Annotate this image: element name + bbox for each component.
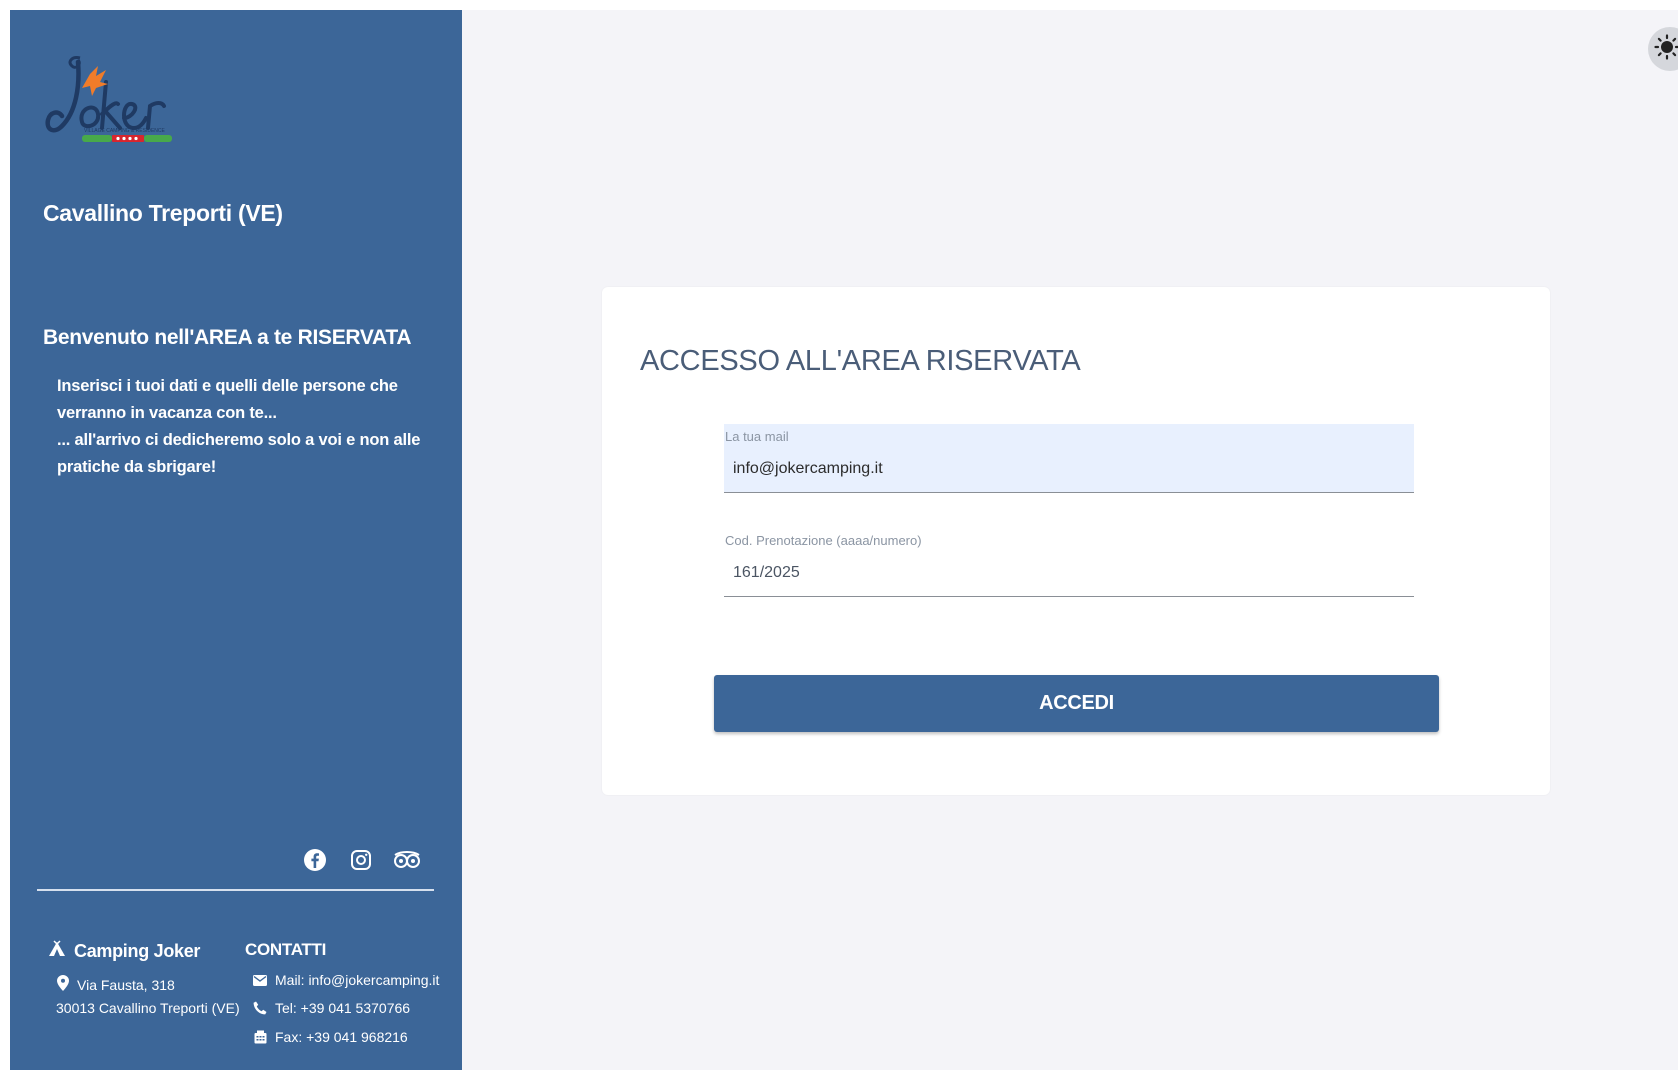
contact-mail[interactable]: Mail: info@jokercamping.it [253, 972, 439, 988]
booking-code-label: Cod. Prenotazione (aaaa/numero) [725, 533, 922, 548]
facebook-icon[interactable] [301, 846, 329, 874]
address-line-1-text: Via Fausta, 318 [77, 976, 175, 993]
contact-tel-text: Tel: +39 041 5370766 [275, 1000, 411, 1016]
location-title: Cavallino Treporti (VE) [43, 200, 283, 226]
login-button[interactable]: ACCEDI [714, 675, 1439, 732]
address-line-1: Via Fausta, 318 [57, 975, 175, 994]
login-title: ACCESSO ALL'AREA RISERVATA [640, 345, 1081, 377]
email-input[interactable] [733, 460, 1393, 478]
social-links [301, 846, 421, 874]
footer-divider [37, 889, 434, 891]
welcome-title: Benvenuto nell'AREA a te RISERVATA [43, 326, 412, 349]
camp-name: Camping Joker [48, 940, 200, 963]
welcome-text: Inserisci i tuoi dati e quelli delle per… [57, 373, 457, 481]
sidebar: VILLAGE CAMPING & RESIDENCE Cavallino Tr… [10, 10, 462, 1070]
login-card: ACCESSO ALL'AREA RISERVATA La tua mail C… [602, 287, 1550, 795]
svg-text:VILLAGE CAMPING & RESIDENCE: VILLAGE CAMPING & RESIDENCE [84, 128, 166, 134]
welcome-line-1: Inserisci i tuoi dati e quelli delle per… [57, 377, 398, 422]
booking-code-input[interactable] [733, 564, 1393, 582]
contact-mail-text: Mail: info@jokercamping.it [275, 972, 440, 988]
contact-fax-text: Fax: +39 041 968216 [275, 1029, 408, 1045]
contact-tel[interactable]: Tel: +39 041 5370766 [253, 1000, 410, 1016]
contact-fax: Fax: +39 041 968216 [253, 1029, 408, 1045]
joker-logo[interactable]: VILLAGE CAMPING & RESIDENCE [42, 46, 192, 156]
fax-icon [253, 1030, 267, 1044]
contacts-title: CONTATTI [245, 940, 327, 959]
instagram-icon[interactable] [347, 846, 375, 874]
envelope-icon [253, 973, 267, 987]
address-line-2: 30013 Cavallino Treporti (VE) [56, 1000, 240, 1016]
tent-icon [48, 940, 66, 963]
email-field: La tua mail [724, 424, 1414, 493]
email-label: La tua mail [725, 429, 789, 444]
sun-icon [1654, 33, 1678, 65]
phone-icon [253, 1001, 267, 1015]
page: VILLAGE CAMPING & RESIDENCE Cavallino Tr… [0, 0, 1678, 1070]
tripadvisor-icon[interactable] [393, 846, 421, 874]
camp-name-label: Camping Joker [74, 941, 201, 961]
welcome-line-2: ... all'arrivo ci dedicheremo solo a voi… [57, 431, 421, 476]
booking-code-field: Cod. Prenotazione (aaaa/numero) [724, 528, 1414, 597]
map-pin-icon [57, 975, 69, 994]
